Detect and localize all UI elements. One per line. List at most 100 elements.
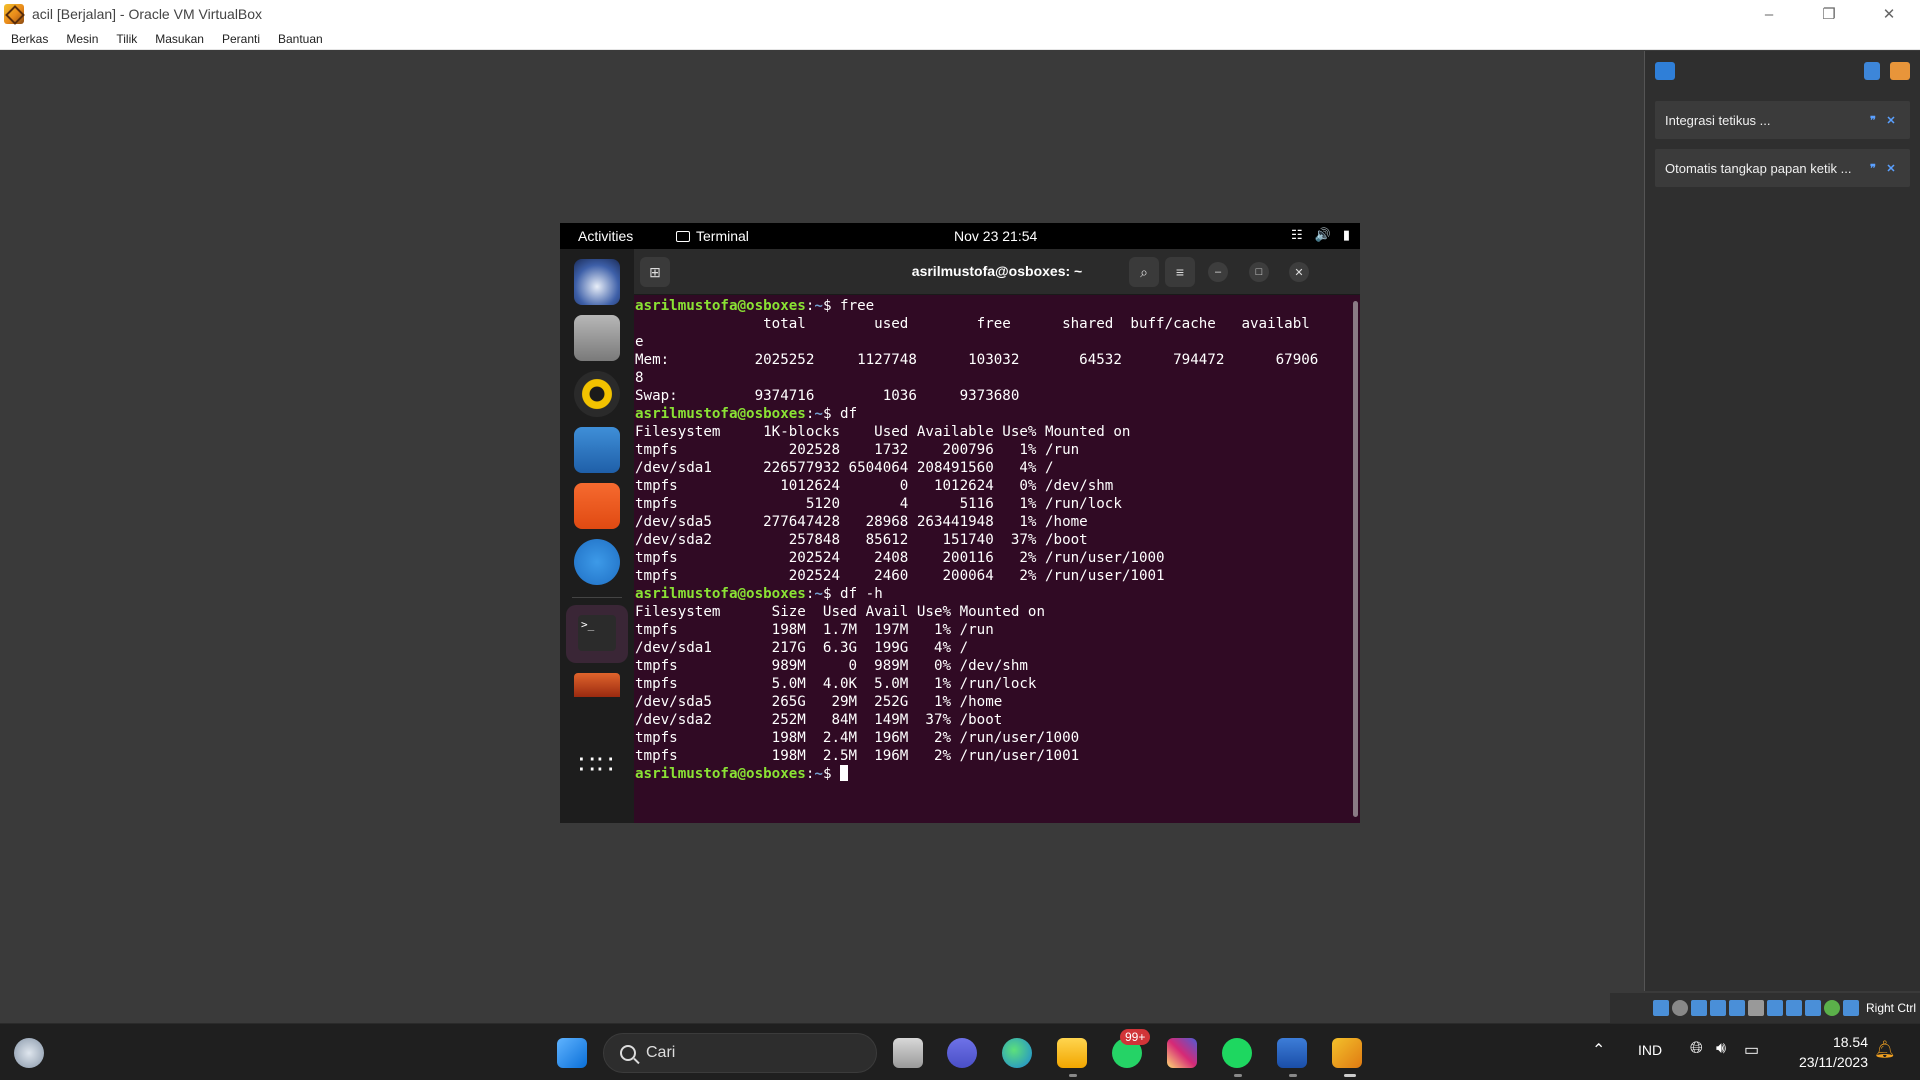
teams-icon[interactable] — [947, 1038, 977, 1068]
spotify-icon[interactable] — [1222, 1038, 1252, 1068]
sort-icon[interactable] — [1864, 62, 1880, 80]
menu-bantuan[interactable]: Bantuan — [271, 32, 330, 46]
output-line: /dev/sda2 252M 84M 149M 37% /boot — [635, 712, 1003, 728]
output-line: tmpfs 202524 2408 200116 2% /run/user/10… — [635, 550, 1165, 566]
minimize-button[interactable]: – — [1208, 262, 1228, 282]
gnome-clock[interactable]: Nov 23 21:54 — [954, 228, 1037, 244]
vm-status-bar: Right Ctrl — [1610, 993, 1920, 1023]
speaker-icon[interactable]: 🔊︎ — [1716, 1040, 1726, 1058]
search-icon — [620, 1045, 636, 1061]
terminal-output[interactable]: asrilmustofa@osboxes:~$ free total used … — [634, 295, 1350, 823]
menu-mesin[interactable]: Mesin — [59, 32, 105, 46]
prompt-user: asrilmustofa@osboxes — [635, 298, 806, 314]
optical-drive-icon[interactable] — [1671, 1000, 1688, 1016]
search-input[interactable]: Cari — [603, 1033, 877, 1073]
globe-icon[interactable]: 🌐︎ — [1690, 1040, 1703, 1058]
battery-icon[interactable]: ▭ — [1744, 1040, 1759, 1060]
virtualbox-manager-icon[interactable] — [1277, 1038, 1307, 1068]
menu-peranti[interactable]: Peranti — [215, 32, 267, 46]
input-language[interactable]: IND — [1638, 1042, 1662, 1058]
rhythmbox-icon[interactable] — [574, 371, 620, 417]
thunderbird-icon[interactable] — [574, 259, 620, 305]
taskbar-clock[interactable]: 18.54 23/11/2023 — [1778, 1032, 1868, 1072]
hard-disk-icon[interactable] — [1652, 1000, 1669, 1016]
clear-all-icon[interactable] — [1890, 62, 1910, 80]
search-placeholder: Cari — [646, 1044, 676, 1061]
search-button[interactable]: ⌕ — [1129, 257, 1159, 287]
output-line: tmpfs 198M 2.4M 196M 2% /run/user/1000 — [635, 730, 1080, 746]
output-line: tmpfs 5120 4 5116 1% /run/lock — [635, 496, 1122, 512]
volume-icon: 🔊 — [1314, 227, 1331, 242]
weather-icon[interactable] — [14, 1038, 44, 1068]
notification-keyboard-capture[interactable]: Otomatis tangkap papan ketik ... ❞ ✕ — [1655, 149, 1910, 187]
recording-icon[interactable] — [1785, 1000, 1802, 1016]
terminal-dock-item[interactable]: >_ — [566, 605, 628, 663]
guest-desktop[interactable]: Activities Terminal Nov 23 21:54 ☷ 🔊 ▮ >… — [560, 223, 1360, 823]
audio-icon[interactable] — [1690, 1000, 1707, 1016]
usb-icon[interactable] — [1728, 1000, 1745, 1016]
menu-button[interactable]: ≡ — [1165, 257, 1195, 287]
command-text: df — [840, 406, 858, 422]
mouse-integration-icon[interactable] — [1823, 1000, 1840, 1016]
menu-masukan[interactable]: Masukan — [148, 32, 211, 46]
virtualbox-vm-icon[interactable] — [1332, 1038, 1362, 1068]
prompt-user: asrilmustofa@osboxes — [635, 586, 806, 602]
prompt-user: asrilmustofa@osboxes — [635, 766, 806, 782]
output-line: /dev/sda5 265G 29M 252G 1% /home — [635, 694, 1003, 710]
menu-tilik[interactable]: Tilik — [109, 32, 144, 46]
shared-folders-icon[interactable] — [1747, 1000, 1764, 1016]
output-line: 8 — [635, 370, 644, 386]
dismiss-icon[interactable]: ✕ — [1882, 114, 1900, 127]
app-center-icon[interactable] — [574, 483, 620, 529]
output-line: tmpfs 5.0M 4.0K 5.0M 1% /run/lock — [635, 676, 1037, 692]
output-line: Mem: 2025252 1127748 103032 64532 794472… — [635, 352, 1319, 368]
prompt-path: ~ — [814, 766, 823, 782]
display-icon[interactable] — [1766, 1000, 1783, 1016]
instagram-icon[interactable] — [1167, 1038, 1197, 1068]
system-menu[interactable]: ☷ 🔊 ▮ — [1291, 227, 1350, 243]
close-icon[interactable]: ✕ — [1866, 0, 1912, 28]
prompt-line: asrilmustofa@osboxes:~$ free — [635, 298, 875, 314]
pin-icon[interactable]: ❞ — [1864, 162, 1882, 175]
restore-icon[interactable]: ❐ — [1806, 0, 1852, 28]
terminal-dock-icon: >_ — [578, 615, 616, 651]
vt-x-icon[interactable] — [1804, 1000, 1821, 1016]
chevron-up-icon[interactable]: ⌃ — [1592, 1040, 1605, 1060]
trash-icon[interactable] — [574, 673, 620, 697]
prompt-path: ~ — [814, 298, 823, 314]
libreoffice-writer-icon[interactable] — [574, 427, 620, 473]
app-menu[interactable]: Terminal — [676, 228, 749, 244]
start-icon[interactable] — [557, 1038, 587, 1068]
files-icon[interactable] — [574, 315, 620, 361]
output-line: Swap: 9374716 1036 9373680 — [635, 388, 1020, 404]
notification-sidebar: Integrasi tetikus ... ❞ ✕ Otomatis tangk… — [1644, 51, 1920, 991]
host-key-icon[interactable] — [1842, 1000, 1859, 1016]
maximize-button[interactable]: □ — [1249, 262, 1269, 282]
bell-icon[interactable]: 🔔︎ — [1874, 1040, 1896, 1060]
network-icon: ☷ — [1291, 227, 1303, 242]
network-adapter-icon[interactable] — [1709, 1000, 1726, 1016]
pin-icon[interactable]: ❞ — [1864, 114, 1882, 127]
output-line: tmpfs 1012624 0 1012624 0% /dev/shm — [635, 478, 1114, 494]
terminal-scrollbar[interactable] — [1353, 301, 1358, 817]
help-icon[interactable] — [574, 539, 620, 585]
show-apps-icon[interactable]: ∷∷ — [574, 741, 620, 787]
file-explorer-icon[interactable] — [1057, 1038, 1087, 1068]
dismiss-icon[interactable]: ✕ — [1882, 162, 1900, 175]
menu-bar: Berkas Mesin Tilik Masukan Peranti Bantu… — [0, 28, 1920, 50]
output-line: /dev/sda1 217G 6.3G 199G 4% / — [635, 640, 969, 656]
menu-berkas[interactable]: Berkas — [4, 32, 55, 46]
prompt-user: asrilmustofa@osboxes — [635, 406, 806, 422]
notification-mouse-integration[interactable]: Integrasi tetikus ... ❞ ✕ — [1655, 101, 1910, 139]
close-button[interactable]: ✕ — [1289, 262, 1309, 282]
notification-center-icon[interactable] — [1655, 62, 1675, 80]
terminal-window[interactable]: ⊞ asrilmustofa@osboxes: ~ ⌕ ≡ – □ ✕ asri… — [634, 249, 1360, 823]
task-view-icon[interactable] — [893, 1038, 923, 1068]
prompt-path: ~ — [814, 586, 823, 602]
prompt-line: asrilmustofa@osboxes:~$ df — [635, 406, 858, 422]
edge-icon[interactable] — [1002, 1038, 1032, 1068]
output-line: tmpfs 989M 0 989M 0% /dev/shm — [635, 658, 1028, 674]
minimize-icon[interactable]: – — [1746, 0, 1792, 28]
notification-badge: 99+ — [1120, 1029, 1151, 1045]
activities-button[interactable]: Activities — [578, 228, 633, 244]
